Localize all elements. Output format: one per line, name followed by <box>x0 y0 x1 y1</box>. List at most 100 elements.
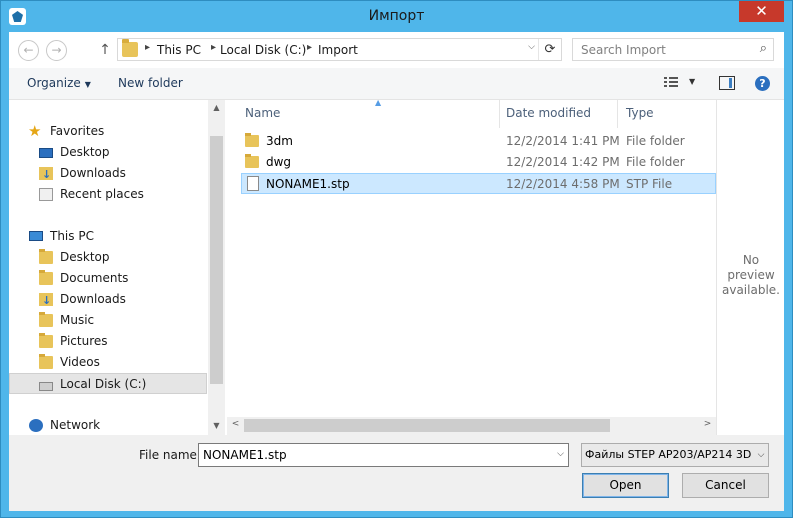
preview-pane: No preview available. <box>716 100 784 435</box>
hscroll-thumb[interactable] <box>244 419 610 432</box>
folder-icon <box>245 133 259 147</box>
window-title: Импорт <box>368 8 425 24</box>
nav-scrollbar[interactable]: ▲ ▼ <box>208 100 225 435</box>
recent-places-icon <box>39 188 53 201</box>
column-header-date[interactable]: Date modified <box>498 100 618 128</box>
open-button[interactable]: Open <box>582 473 669 498</box>
help-icon[interactable]: ? <box>755 76 770 91</box>
folder-icon <box>245 154 259 168</box>
nav-label: Desktop <box>60 250 110 264</box>
title-bar[interactable]: Импорт ✕ <box>1 1 792 32</box>
search-input[interactable]: Search Import ⌕ <box>572 38 774 61</box>
nav-item-downloads-pc[interactable]: Downloads <box>9 289 207 311</box>
address-row: ← → ↑ ▸ This PC ▸ Local Disk (C:) ▸ Impo… <box>9 32 784 68</box>
nav-item-favorites[interactable]: ★ Favorites <box>9 121 207 142</box>
nav-item-videos[interactable]: Videos <box>9 352 207 373</box>
scroll-right-icon[interactable]: > <box>699 419 716 429</box>
nav-item-documents[interactable]: Documents <box>9 268 207 289</box>
column-header-type[interactable]: Type <box>618 100 716 128</box>
nav-label: Music <box>60 313 95 327</box>
file-row-3dm[interactable]: 3dm 12/2/2014 1:41 PM File folder <box>241 131 716 152</box>
organize-label: Organize <box>27 76 81 90</box>
computer-icon <box>29 231 43 241</box>
nav-label: Recent places <box>60 187 144 201</box>
pictures-icon <box>39 333 53 348</box>
preview-pane-icon[interactable] <box>719 76 735 90</box>
sort-arrow-icon: ▲ <box>375 98 382 107</box>
address-dropdown-icon[interactable]: ⌵ <box>528 42 535 52</box>
file-name: NONAME1.stp <box>266 177 350 191</box>
preview-line-1: No preview <box>727 253 775 282</box>
toolbar: Organize ▼ New folder ▼ ? <box>9 68 784 100</box>
nav-label: Downloads <box>60 292 126 306</box>
import-dialog: Импорт ✕ ← → ↑ ▸ This PC ▸ Local Disk (C… <box>0 0 793 518</box>
breadcrumb-local-disk[interactable]: Local Disk (C:) <box>220 43 306 57</box>
breadcrumb-separator[interactable]: ▸ <box>211 42 216 53</box>
nav-label: Network <box>50 418 101 432</box>
file-type-dropdown-icon[interactable]: ⌵ <box>754 444 768 466</box>
file-type-select[interactable]: Файлы STEP AP203/AP214 3D ( ⌵ <box>581 443 769 467</box>
file-date: 12/2/2014 1:42 PM <box>506 155 620 169</box>
downloads-icon <box>39 290 53 311</box>
scroll-down-icon[interactable]: ▼ <box>208 421 225 430</box>
scroll-left-icon[interactable]: < <box>227 419 244 429</box>
nav-label: Local Disk (C:) <box>60 377 147 391</box>
address-bar[interactable]: ▸ This PC ▸ Local Disk (C:) ▸ Import ⌵ ⟳ <box>117 38 562 61</box>
file-list-hscrollbar[interactable]: < > <box>227 417 716 435</box>
forward-button[interactable]: → <box>46 40 67 61</box>
nav-item-this-pc[interactable]: This PC <box>9 226 207 247</box>
column-name-label: Name <box>245 106 281 120</box>
back-button[interactable]: ← <box>18 40 39 61</box>
search-icon: ⌕ <box>759 41 767 56</box>
music-icon <box>39 312 53 327</box>
file-type: File folder <box>626 155 685 169</box>
nav-item-downloads[interactable]: Downloads <box>9 163 207 185</box>
organize-button[interactable]: Organize ▼ <box>27 76 91 90</box>
cancel-button[interactable]: Cancel <box>682 473 769 498</box>
nav-item-recent-places[interactable]: Recent places <box>9 184 207 205</box>
local-disk-icon <box>39 382 53 391</box>
nav-label: Pictures <box>60 334 108 348</box>
downloads-icon <box>39 164 53 185</box>
documents-icon <box>39 270 53 285</box>
nav-item-pictures[interactable]: Pictures <box>9 331 207 352</box>
view-options-icon[interactable] <box>664 77 678 89</box>
nav-scroll-thumb[interactable] <box>210 136 223 384</box>
document-icon <box>247 176 259 191</box>
new-folder-button[interactable]: New folder <box>118 76 183 90</box>
file-row-dwg[interactable]: dwg 12/2/2014 1:42 PM File folder <box>241 152 716 173</box>
file-name-dropdown-icon[interactable]: ⌵ <box>557 449 564 459</box>
dialog-client: ← → ↑ ▸ This PC ▸ Local Disk (C:) ▸ Impo… <box>9 32 784 511</box>
file-name-field[interactable]: NONAME1.stp ⌵ <box>198 443 569 467</box>
file-name: 3dm <box>266 134 293 148</box>
breadcrumb-separator[interactable]: ▸ <box>145 42 150 53</box>
nav-item-network[interactable]: Network <box>9 415 207 436</box>
nav-item-local-disk[interactable]: Local Disk (C:) <box>9 373 207 394</box>
up-button[interactable]: ↑ <box>97 40 113 60</box>
nav-item-music[interactable]: Music <box>9 310 207 331</box>
scroll-up-icon[interactable]: ▲ <box>208 103 225 112</box>
nav-label: Desktop <box>60 145 110 159</box>
star-icon: ★ <box>28 122 42 140</box>
refresh-button[interactable]: ⟳ <box>538 39 561 60</box>
file-date: 12/2/2014 1:41 PM <box>506 134 620 148</box>
breadcrumb-import[interactable]: Import <box>318 43 358 57</box>
nav-label: Favorites <box>50 124 105 138</box>
file-row-noname1[interactable]: NONAME1.stp 12/2/2014 4:58 PM STP File <box>241 173 716 194</box>
file-type-value: Файлы STEP AP203/AP214 3D ( <box>585 448 760 461</box>
nav-item-desktop-folder[interactable]: Desktop <box>9 247 207 268</box>
preview-line-2: available. <box>722 283 780 297</box>
nav-label: Videos <box>60 355 100 369</box>
bottom-panel: File name: NONAME1.stp ⌵ Файлы STEP AP20… <box>9 435 784 511</box>
desktop-icon <box>39 148 53 158</box>
breadcrumb-separator[interactable]: ▸ <box>307 42 312 53</box>
close-button[interactable]: ✕ <box>739 1 784 22</box>
file-name-value[interactable]: NONAME1.stp <box>203 448 287 462</box>
nav-label: Downloads <box>60 166 126 180</box>
network-icon <box>29 419 43 432</box>
nav-item-desktop[interactable]: Desktop <box>9 142 207 163</box>
column-header-name[interactable]: Name ▲ <box>237 98 500 128</box>
file-type: STP File <box>626 177 673 191</box>
breadcrumb-this-pc[interactable]: This PC <box>157 43 201 57</box>
view-chevron-icon[interactable]: ▼ <box>689 77 695 86</box>
